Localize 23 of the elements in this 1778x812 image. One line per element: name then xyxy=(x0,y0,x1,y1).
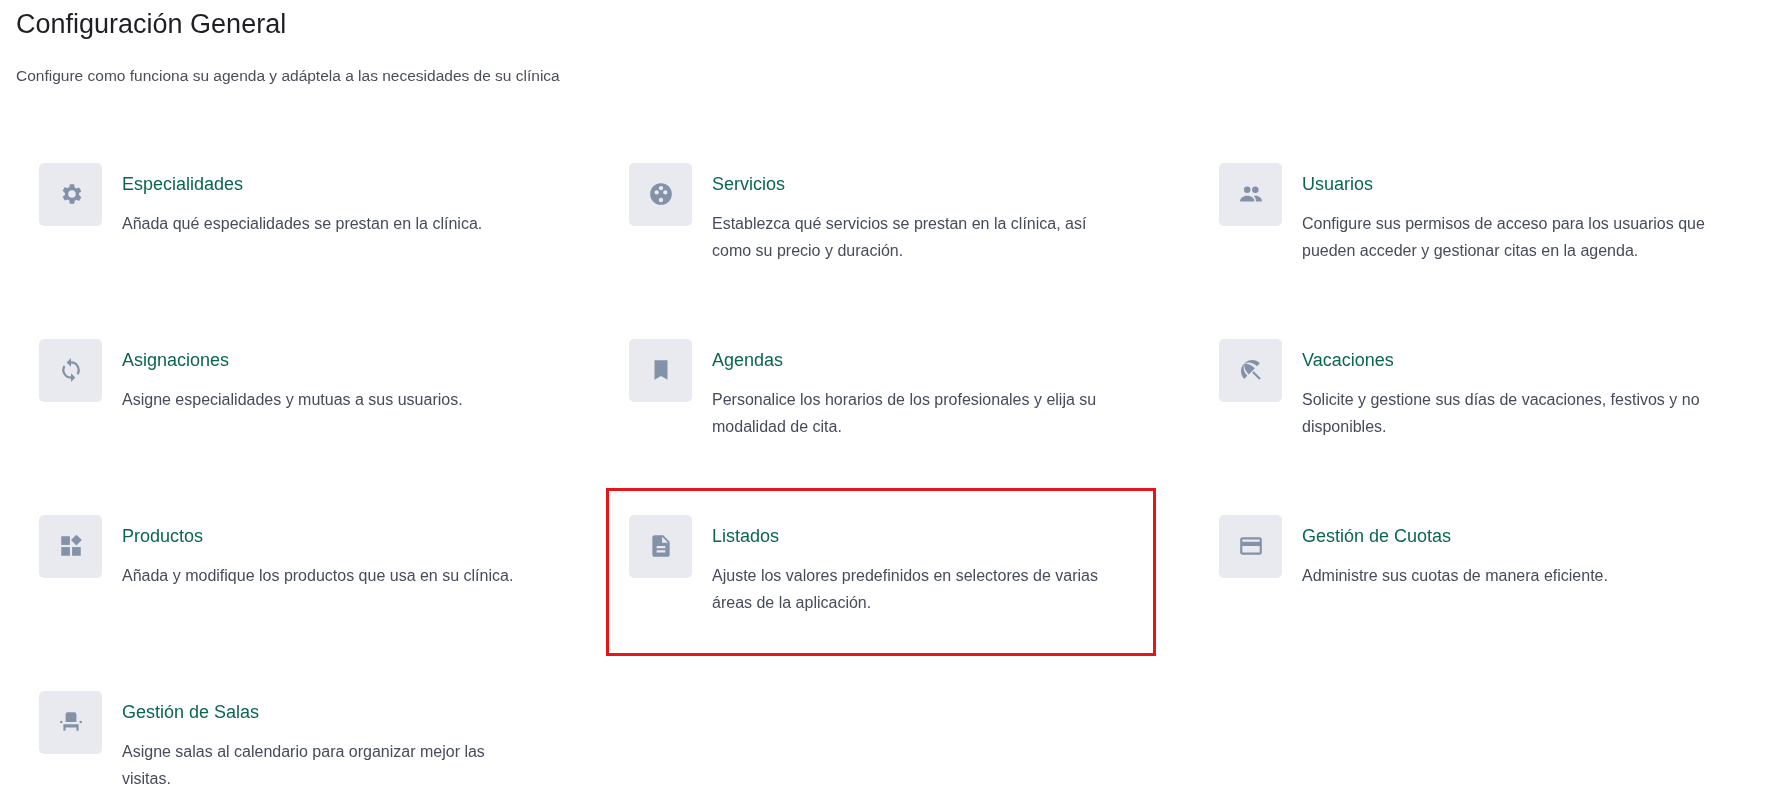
setting-link[interactable]: Gestión de Cuotas xyxy=(1302,522,1452,550)
setting-link[interactable]: Listados xyxy=(712,522,780,550)
setting-description: Establezca qué servicios se prestan en la clínica, así como su precio y duración. xyxy=(712,213,1088,261)
setting-description: Asigne especialidades y mutuas a sus usuarios. xyxy=(122,389,463,410)
setting-description: Añada y modifique los productos que usa en su clínica. xyxy=(122,565,514,586)
setting-link[interactable]: Servicios xyxy=(712,170,786,198)
setting-description: Solicite y gestione sus días de vacaciones, festivos y no disponibles. xyxy=(1302,389,1701,437)
setting-description: Configure sus permisos de acceso para los usuarios que pueden acceder y gestionar citas en la agenda. xyxy=(1302,213,1706,261)
setting-link[interactable]: Vacaciones xyxy=(1302,346,1394,374)
setting-description: Añada qué especialidades se prestan en la clínica. xyxy=(122,213,483,234)
setting-description: Personalice los horarios de los profesionales y elija su modalidad de cita. xyxy=(712,389,1098,437)
setting-link[interactable]: Especialidades xyxy=(122,170,244,198)
setting-link[interactable]: Productos xyxy=(122,522,204,550)
setting-description: Ajuste los valores predefinidos en selectores de varias áreas de la aplicación. xyxy=(712,565,1099,613)
page-title: Configuración General xyxy=(16,8,288,41)
setting-description: Asigne salas al calendario para organizar mejor las visitas. xyxy=(122,741,486,789)
setting-link[interactable]: Usuarios xyxy=(1302,170,1374,198)
setting-link[interactable]: Asignaciones xyxy=(122,346,230,374)
circle-dots-icon xyxy=(647,181,674,208)
setting-description: Administre sus cuotas de manera eficiente. xyxy=(1302,565,1608,586)
setting-link[interactable]: Gestión de Salas xyxy=(122,698,260,726)
setting-link[interactable]: Agendas xyxy=(712,346,784,374)
page-subtitle: Configure como funciona su agenda y adáptela a las necesidades de su clínica xyxy=(16,66,561,87)
